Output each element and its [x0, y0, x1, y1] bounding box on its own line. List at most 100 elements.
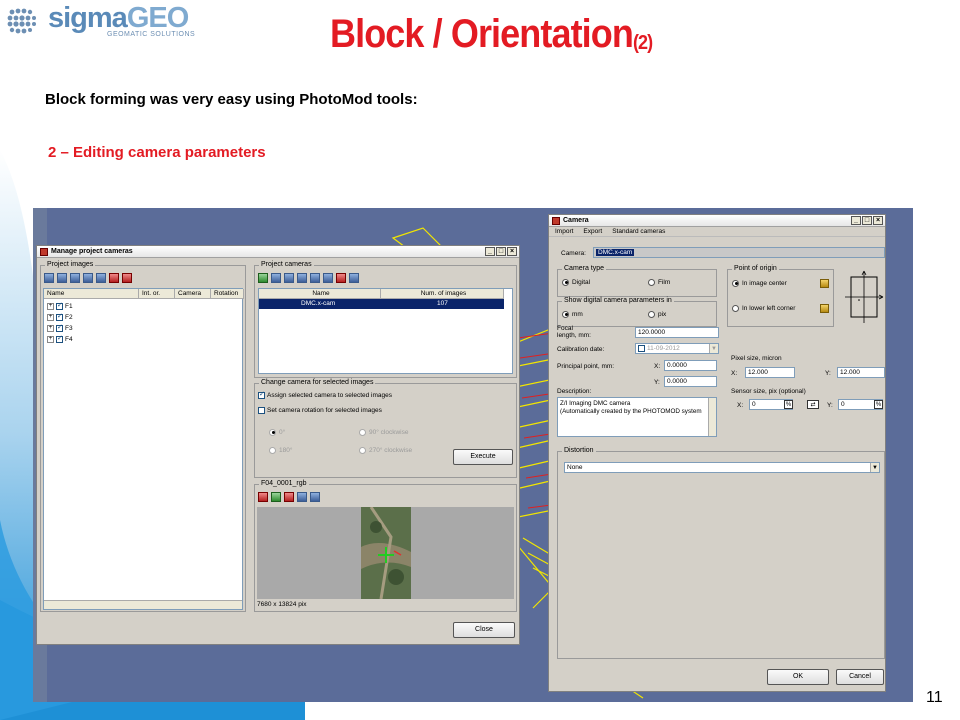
- calibration-date-input[interactable]: 11-09-2012 ▼: [635, 343, 719, 354]
- origin-center-radio[interactable]: In image center: [732, 279, 787, 289]
- radio-icon[interactable]: [648, 278, 655, 286]
- preview-info-icon[interactable]: [310, 492, 320, 502]
- dropdown-arrow-icon[interactable]: ▼: [709, 344, 718, 353]
- maximize-button[interactable]: □: [496, 247, 506, 256]
- pixel-size-y-input[interactable]: 12.000: [837, 367, 885, 378]
- invert-selection-icon[interactable]: [57, 273, 67, 283]
- execute-button[interactable]: Execute: [453, 449, 513, 465]
- col-name-header[interactable]: Name: [44, 289, 139, 299]
- horizontal-scrollbar[interactable]: [44, 600, 242, 609]
- expand-icon[interactable]: +: [47, 302, 54, 310]
- radio-icon[interactable]: [269, 428, 276, 436]
- close-window-button[interactable]: ×: [507, 247, 517, 256]
- minimize-button[interactable]: _: [851, 216, 861, 225]
- open-camera-icon[interactable]: [271, 273, 281, 283]
- select-all-icon[interactable]: [44, 273, 54, 283]
- radio-icon[interactable]: [562, 310, 569, 318]
- principal-x-input[interactable]: 0.0000: [664, 360, 717, 371]
- camera-view-icon[interactable]: [96, 273, 106, 283]
- rotation-90-radio[interactable]: 90° clockwise: [359, 428, 408, 438]
- radio-icon[interactable]: [732, 304, 739, 312]
- menu-import[interactable]: Import: [555, 227, 573, 236]
- origin-lower-left-radio[interactable]: In lower left corner: [732, 304, 795, 314]
- checkbox-icon[interactable]: [56, 334, 63, 344]
- checkbox-icon[interactable]: [258, 390, 265, 400]
- cam-col-count-header[interactable]: Num. of images: [381, 289, 504, 299]
- rotation-0-radio[interactable]: 0°: [269, 428, 285, 438]
- manage-cameras-titlebar[interactable]: Manage project cameras _ □ ×: [37, 246, 519, 258]
- checkbox-icon[interactable]: [258, 406, 265, 414]
- cancel-button[interactable]: Cancel: [836, 669, 884, 685]
- delete-icon[interactable]: [122, 273, 132, 283]
- rotation-180-radio[interactable]: 180°: [269, 446, 292, 456]
- remove-camera-icon[interactable]: [109, 273, 119, 283]
- expand-icon[interactable]: +: [47, 324, 54, 332]
- camera-window: Camera _ □ × Import Export Standard came…: [548, 214, 886, 692]
- col-intor-header[interactable]: Int. or.: [139, 289, 175, 299]
- dropdown-arrow-icon[interactable]: ▼: [870, 463, 879, 472]
- camera-settings-icon[interactable]: [349, 273, 359, 283]
- camera-assign-icon[interactable]: [83, 273, 93, 283]
- project-cameras-list[interactable]: Name Num. of images DMC.x-cam 107: [258, 288, 513, 374]
- checkbox-icon[interactable]: [56, 301, 63, 311]
- description-vscroll[interactable]: [708, 398, 716, 436]
- close-button[interactable]: Close: [453, 622, 515, 638]
- rotation-270-radio[interactable]: 270° clockwise: [359, 446, 412, 456]
- swap-xy-icon[interactable]: ⇄: [807, 400, 819, 409]
- description-textarea[interactable]: Z/I Imaging DMC camera (Automatically cr…: [557, 397, 717, 437]
- tree-item-f4[interactable]: + F4: [47, 334, 73, 345]
- pp-x-label: X:: [654, 363, 661, 370]
- checkbox-icon[interactable]: [638, 344, 645, 352]
- project-images-list[interactable]: Name Int. or. Camera Rotation + F1 + F2 + F…: [43, 288, 244, 610]
- col-rotation-header[interactable]: Rotation: [211, 289, 244, 299]
- sensor-x-calc-icon[interactable]: %: [784, 400, 793, 409]
- radio-icon[interactable]: [359, 428, 366, 436]
- maximize-button[interactable]: □: [862, 216, 872, 225]
- cam-col-name-header[interactable]: Name: [259, 289, 381, 299]
- camera-props-icon[interactable]: [323, 273, 333, 283]
- radio-icon[interactable]: [269, 446, 276, 454]
- type-digital-radio[interactable]: Digital: [562, 278, 590, 288]
- camera-titlebar[interactable]: Camera _ □ ×: [549, 215, 885, 227]
- menu-standard-cameras[interactable]: Standard cameras: [612, 227, 665, 236]
- camera-row-selected[interactable]: DMC.x-cam 107: [259, 299, 504, 309]
- preview-rotate-icon[interactable]: [284, 492, 294, 502]
- preview-canvas[interactable]: [257, 507, 514, 599]
- preview-fit-icon[interactable]: [271, 492, 281, 502]
- minimize-button[interactable]: _: [485, 247, 495, 256]
- tree-item-f3[interactable]: + F3: [47, 323, 73, 334]
- save-camera-icon[interactable]: [284, 273, 294, 283]
- expand-icon[interactable]: +: [47, 313, 54, 321]
- unit-pix-radio[interactable]: pix: [648, 310, 666, 320]
- radio-icon[interactable]: [648, 310, 655, 318]
- menu-export[interactable]: Export: [583, 227, 602, 236]
- checkbox-icon[interactable]: [56, 323, 63, 333]
- radio-icon[interactable]: [359, 446, 366, 454]
- edit-camera-icon[interactable]: [297, 273, 307, 283]
- tree-view-icon[interactable]: [70, 273, 80, 283]
- col-camera-header[interactable]: Camera: [175, 289, 211, 299]
- preview-zoom-icon[interactable]: [258, 492, 268, 502]
- camera-name-field[interactable]: DMC.x-cam: [593, 247, 885, 258]
- type-film-radio[interactable]: Film: [648, 278, 670, 288]
- expand-icon[interactable]: +: [47, 335, 54, 343]
- checkbox-icon[interactable]: [56, 312, 63, 322]
- focal-length-input[interactable]: 120.0000: [635, 327, 719, 338]
- pixel-size-x-input[interactable]: 12.000: [745, 367, 795, 378]
- radio-icon[interactable]: [562, 278, 569, 286]
- distortion-select[interactable]: None ▼: [564, 462, 880, 473]
- ok-button[interactable]: OK: [767, 669, 829, 685]
- unit-mm-radio[interactable]: mm: [562, 310, 583, 320]
- tree-item-f1[interactable]: + F1: [47, 301, 73, 312]
- tree-item-f2[interactable]: + F2: [47, 312, 73, 323]
- add-camera-icon[interactable]: [258, 273, 268, 283]
- radio-icon[interactable]: [732, 279, 739, 287]
- delete-camera-icon[interactable]: [336, 273, 346, 283]
- close-window-button[interactable]: ×: [873, 216, 883, 225]
- copy-camera-icon[interactable]: [310, 273, 320, 283]
- sensor-y-calc-icon[interactable]: %: [874, 400, 883, 409]
- set-rotation-checkbox[interactable]: Set camera rotation for selected images: [258, 406, 382, 416]
- principal-y-input[interactable]: 0.0000: [664, 376, 717, 387]
- preview-pan-icon[interactable]: [297, 492, 307, 502]
- assign-camera-checkbox[interactable]: Assign selected camera to selected image…: [258, 390, 392, 401]
